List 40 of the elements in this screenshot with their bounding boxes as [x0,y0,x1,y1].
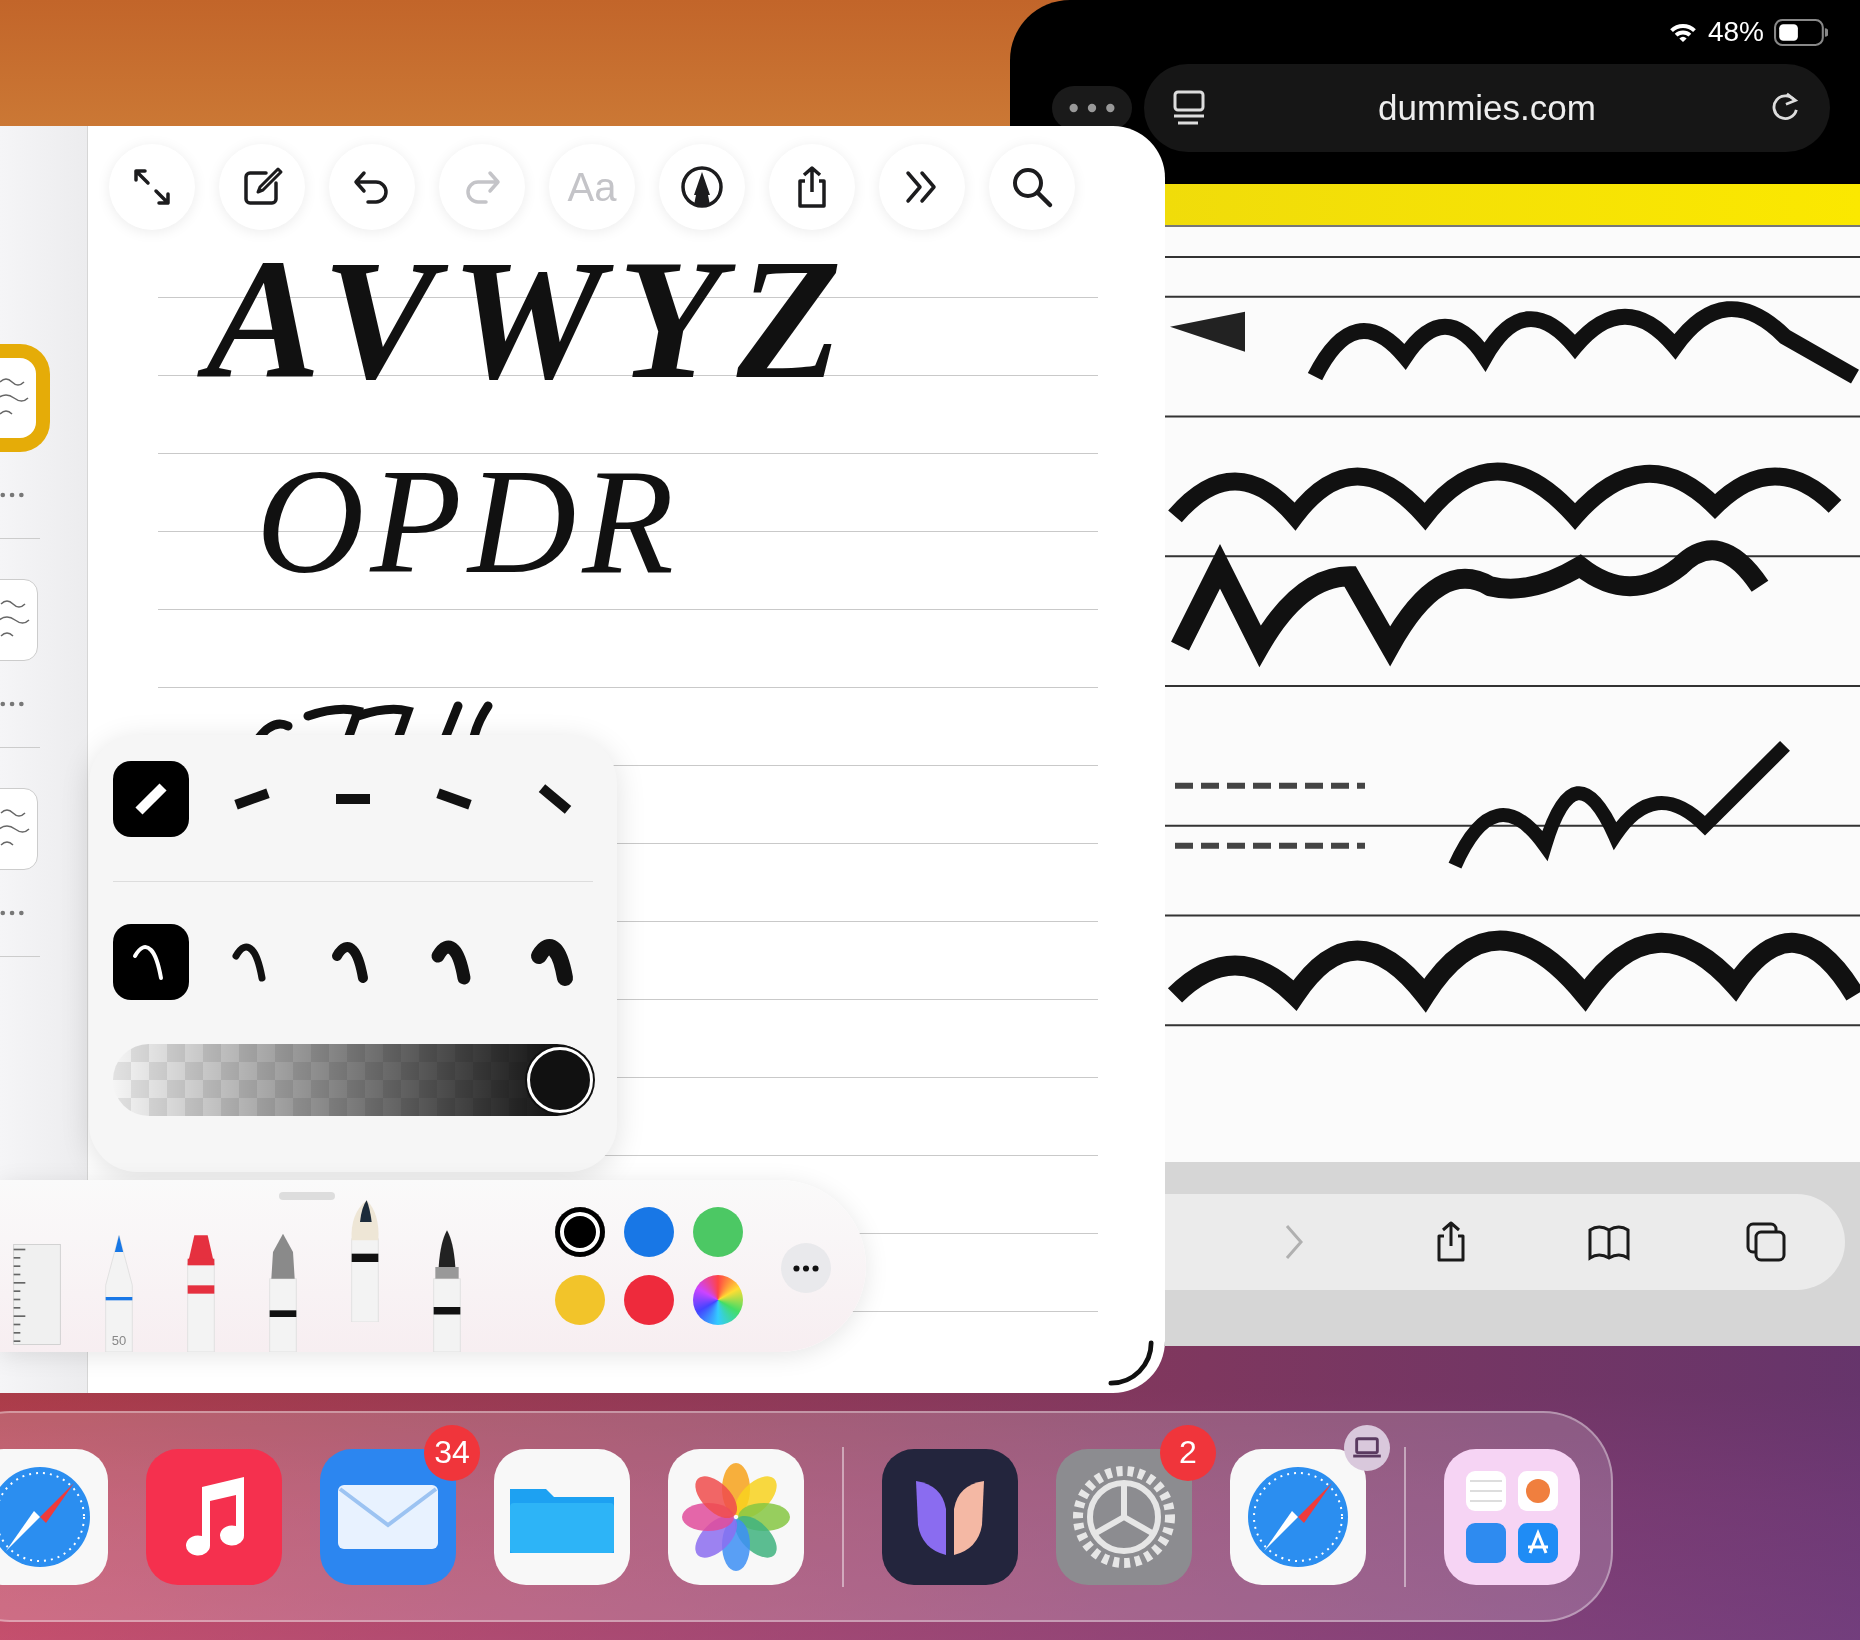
folder-app-icon[interactable] [494,1448,630,1585]
tabs-icon [1744,1220,1789,1264]
music-note-app-icon[interactable] [146,1448,282,1585]
more-icon[interactable] [0,910,26,916]
more-button[interactable] [781,1243,831,1293]
more-icon [1067,102,1117,114]
nib-angle-option[interactable] [113,761,189,837]
markup-icon [680,165,724,209]
forward-icon [1284,1224,1303,1260]
color-swatch[interactable] [624,1207,674,1257]
color-swatch[interactable] [555,1275,605,1325]
color-swatch[interactable] [624,1275,674,1325]
opacity-slider[interactable] [113,1044,593,1116]
search-icon [1010,165,1054,209]
battery-percentage: 48% [1707,16,1764,48]
butterfly-app-icon[interactable] [882,1448,1018,1585]
nib-angle-icon [336,794,370,804]
more-icon [793,1264,819,1272]
address-bar[interactable]: dummies.com [1144,64,1830,152]
app-folder-icon[interactable] [1444,1448,1580,1585]
compass-app-icon[interactable] [0,1448,108,1585]
more-icon[interactable] [0,701,26,707]
address-text: dummies.com [1378,88,1596,128]
wifi-icon [1667,21,1698,43]
more-icon[interactable] [0,492,26,498]
note-thumbnail[interactable] [0,344,50,452]
page-menu-icon[interactable] [1172,90,1206,126]
compass-app-icon[interactable] [1230,1448,1366,1585]
stroke-width-option[interactable] [113,924,189,1000]
note-thumbnail[interactable] [0,788,38,870]
flower-app-icon[interactable] [668,1448,804,1585]
slider-thumb[interactable] [527,1047,593,1113]
color-swatch[interactable] [693,1207,743,1257]
drag-handle[interactable] [279,1192,335,1200]
battery-icon [1774,18,1828,46]
corner-handle-icon[interactable] [1107,1339,1155,1387]
color-wheel-button[interactable] [693,1275,743,1325]
handwriting: OPDR [255,437,681,606]
note-thumbnail[interactable] [0,579,38,661]
color-swatch[interactable] [555,1207,605,1257]
